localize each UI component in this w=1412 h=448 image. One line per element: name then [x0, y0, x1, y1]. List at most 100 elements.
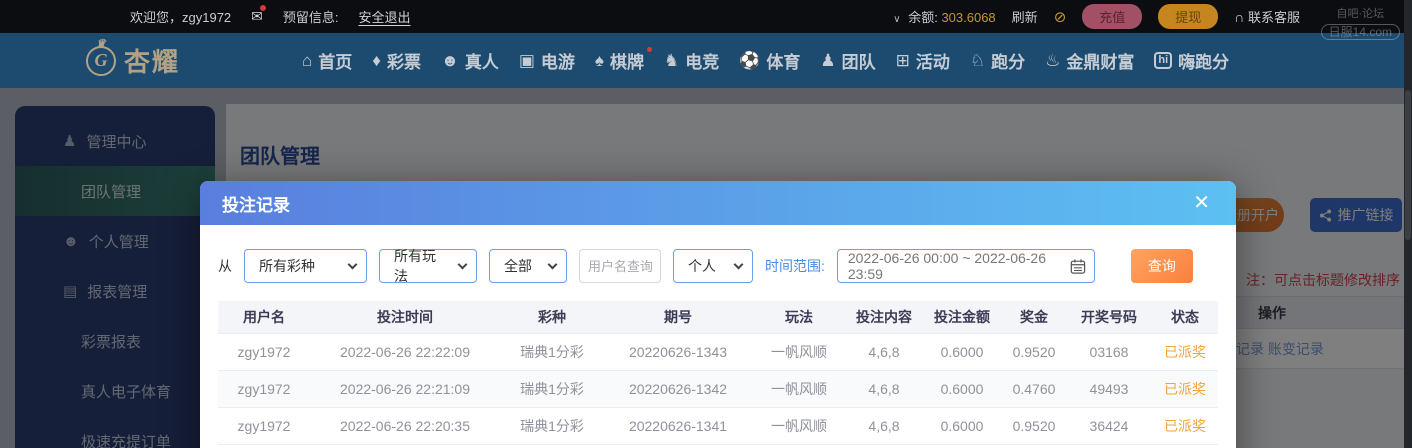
calendar-icon: [1070, 258, 1086, 274]
esports-icon: ♞: [663, 50, 680, 70]
modal-body: 从 所有彩种 所有玩法 全部 个人 时间范围: 2022-06-26 00:00…: [200, 225, 1236, 448]
withdraw-button[interactable]: 提现: [1158, 4, 1219, 29]
table-cell: 0.4760: [1012, 381, 1056, 397]
nav-item-label: 跑分: [991, 53, 1026, 72]
topbar: 欢迎您，zgy1972 ✉ 预留信息: 安全退出 ∨ 余额: 303.6068 …: [0, 0, 1412, 33]
lottery-icon: ♦: [372, 50, 381, 70]
play-type-value: 所有玩法: [394, 248, 436, 284]
scrollbar-thumb[interactable]: [1405, 90, 1411, 240]
column-header: 用户名: [243, 309, 285, 325]
filter-bar: 从 所有彩种 所有玩法 全部 个人 时间范围: 2022-06-26 00:00…: [218, 248, 1218, 284]
balance-group[interactable]: ∨ 余额: 303.6068: [893, 7, 995, 26]
headset-icon: ∩: [1234, 9, 1245, 25]
table-cell: 一帆风顺: [771, 381, 827, 397]
table-cell: 4,6,8: [868, 344, 900, 360]
table-cell: 瑞典1分彩: [520, 381, 584, 397]
table-cell: 03168: [1089, 344, 1129, 360]
brand-name: 杏耀: [124, 47, 181, 77]
nav-item-egames[interactable]: ▣ 电游: [509, 33, 585, 88]
nav-item-sports[interactable]: ⚽ 体育: [729, 33, 810, 88]
status-filter-select[interactable]: 全部: [489, 249, 567, 283]
table-cell: 20220626-1341: [628, 418, 728, 434]
time-range-label: 时间范围:: [765, 258, 825, 274]
nav-item-paofen[interactable]: ♘ 跑分: [960, 33, 1035, 88]
nav-item-team[interactable]: ♟ 团队: [810, 33, 885, 88]
column-header: 投注金额: [934, 309, 990, 325]
brand-logo[interactable]: ♛ G 杏耀: [86, 38, 286, 79]
username-search-input[interactable]: [579, 249, 661, 283]
lottery-type-select[interactable]: 所有彩种: [244, 249, 367, 283]
nav-item-label: 金鼎财富: [1066, 53, 1135, 72]
status-filter-value: 全部: [504, 258, 532, 274]
from-label: 从: [218, 258, 232, 274]
brand-initial: G: [94, 50, 108, 70]
jinding-wealth-icon: ♨: [1045, 50, 1061, 70]
nav-item-esports[interactable]: ♞ 电竞: [654, 33, 729, 88]
sports-icon: ⚽: [739, 50, 761, 70]
table-cell: 0.6000: [940, 344, 984, 360]
egames-icon: ▣: [518, 50, 535, 70]
bet-records-modal: 投注记录 ✕ 从 所有彩种 所有玩法 全部 个人 时间范围:: [200, 181, 1236, 448]
mail-icon[interactable]: ✉: [251, 5, 266, 25]
table-row: zgy1972 2022-06-26 22:22:09 瑞典1分彩 20220626-…: [218, 333, 1218, 370]
table-row-partial: [218, 444, 1218, 448]
table-body: zgy1972 2022-06-26 22:22:09 瑞典1分彩 20220626-…: [218, 333, 1218, 448]
table-cell: 0.6000: [940, 381, 984, 397]
table-cell: 4,6,8: [868, 381, 900, 397]
table-row: zgy1972 2022-06-26 22:21:09 瑞典1分彩 20220626-…: [218, 370, 1218, 407]
new-badge: [646, 47, 652, 52]
reserved-info-label: 预留信息:: [282, 10, 339, 25]
nav-item-label: 首页: [318, 53, 353, 72]
nav-menu: ⌂ 首页 ♦ 彩票 ☻ 真人 ▣ 电游 ♠ 棋牌 ♞ 电竞 ⚽ 体育 ♟ 团队 ⊞ 活动 ♘ 跑分 ♨ 金鼎财富 hi 嗨跑分: [292, 33, 1239, 88]
column-header: 玩法: [785, 309, 813, 325]
modal-title: 投注记录: [222, 195, 290, 215]
nav-item-live[interactable]: ☻ 真人: [431, 33, 509, 88]
nav-item-label: 电竞: [685, 53, 720, 72]
table-cell: 0.9520: [1012, 418, 1056, 434]
logout-link[interactable]: 安全退出: [359, 7, 411, 26]
live-icon: ☻: [440, 50, 459, 70]
scope-value: 个人: [688, 258, 716, 274]
nav-item-label: 体育: [766, 53, 801, 72]
close-icon[interactable]: ✕: [1193, 193, 1210, 213]
balance-label: 余额:: [908, 10, 938, 25]
main-navbar: ♛ G 杏耀 ⌂ 首页 ♦ 彩票 ☻ 真人 ▣ 电游 ♠ 棋牌 ♞ 电竞 ⚽ 体育 ♟ 团队 ⊞ 活动 ♘ 跑分 ♨ 金鼎…: [0, 33, 1412, 88]
column-header: 状态: [1171, 309, 1199, 325]
eye-slash-icon[interactable]: ⊘: [1054, 8, 1067, 26]
table-cell: zgy1972: [237, 344, 291, 360]
chevron-down-icon: ∨: [893, 14, 901, 25]
date-range-value: 2022-06-26 00:00 ~ 2022-06-26 23:59: [847, 250, 1046, 282]
scope-select[interactable]: 个人: [673, 249, 753, 283]
welcome-text: 欢迎您，zgy1972: [130, 10, 232, 25]
query-button[interactable]: 查询: [1130, 249, 1193, 283]
table-cell: 一帆风顺: [771, 418, 827, 434]
nav-item-hi-paofen[interactable]: hi 嗨跑分: [1144, 33, 1239, 88]
lottery-type-value: 所有彩种: [259, 258, 315, 274]
nav-item-home[interactable]: ⌂ 首页: [292, 33, 362, 88]
table-cell: 瑞典1分彩: [520, 418, 584, 434]
play-type-select[interactable]: 所有玩法: [379, 248, 477, 284]
table-cell: 2022-06-26 22:20:35: [340, 418, 470, 434]
refresh-link[interactable]: 刷新: [1012, 7, 1038, 26]
vertical-scrollbar[interactable]: [1404, 0, 1412, 448]
home-icon: ⌂: [302, 50, 313, 70]
table-cell: 已派奖: [1164, 344, 1206, 360]
nav-item-activity[interactable]: ⊞ 活动: [886, 33, 960, 88]
date-range-input[interactable]: 2022-06-26 00:00 ~ 2022-06-26 23:59: [836, 249, 1095, 283]
nav-item-jinding-wealth[interactable]: ♨ 金鼎财富: [1035, 33, 1144, 88]
column-header: 彩种: [538, 309, 566, 325]
table-cell: 一帆风顺: [771, 344, 827, 360]
table-cell: 4,6,8: [868, 418, 900, 434]
column-header: 开奖号码: [1081, 309, 1137, 325]
chevron-down-icon: [733, 259, 744, 269]
recharge-button[interactable]: 充值: [1082, 4, 1143, 29]
nav-item-lottery[interactable]: ♦ 彩票: [362, 33, 431, 88]
table-cell: 20220626-1343: [628, 344, 728, 360]
chess-icon: ♠: [594, 50, 604, 70]
table-cell: zgy1972: [237, 381, 291, 397]
table-cell: 瑞典1分彩: [520, 344, 584, 360]
nav-item-label: 电游: [540, 53, 575, 72]
contact-service[interactable]: ∩ 联系客服: [1234, 7, 1300, 26]
bet-records-table: 用户名 投注时间 彩种 期号 玩法 投注内容 投注金额 奖金 开奖号码 状态 zgy1972 202…: [218, 301, 1218, 448]
nav-item-chess[interactable]: ♠ 棋牌: [585, 33, 654, 88]
